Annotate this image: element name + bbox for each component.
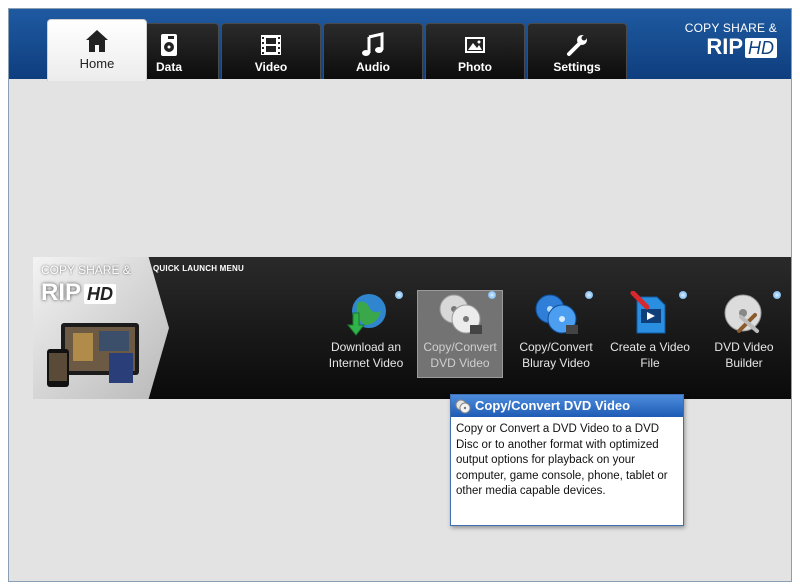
video-file-icon <box>630 291 666 334</box>
tab-video[interactable]: Video <box>221 23 321 79</box>
logo-badge: HD <box>745 38 777 58</box>
launch-label-line2: Bluray Video <box>522 356 590 370</box>
banner-badge: HD <box>84 284 117 304</box>
wrench-icon <box>567 35 587 56</box>
quick-launch-title: QUICK LAUNCH MENU <box>153 264 244 273</box>
quick-launch-banner: COPY SHARE & RIP HD <box>33 257 169 399</box>
info-dot-icon <box>395 291 403 299</box>
app-logo: COPY SHARE & RIP HD <box>685 21 777 59</box>
tab-label: Video <box>254 60 288 74</box>
dvd-discs-icon <box>439 294 482 334</box>
tab-label: Photo <box>458 60 492 74</box>
launch-create-video-file[interactable]: Create a Video File <box>607 291 693 379</box>
tab-label: Audio <box>356 60 390 74</box>
data-disc-icon <box>161 34 177 56</box>
globe-download-icon <box>346 294 386 336</box>
film-icon <box>261 35 281 55</box>
banner-rip-text: RIP <box>41 279 82 306</box>
tab-bar: Home Data Video Audio Photo Settings COP… <box>9 9 791 81</box>
tab-home[interactable]: Home <box>47 19 147 81</box>
launch-label-line1: Download an <box>330 340 402 354</box>
launch-label-line1: Copy/Convert <box>519 340 593 354</box>
home-icon <box>86 30 108 52</box>
dvd-builder-icon <box>724 294 762 333</box>
logo-line2: RIP <box>706 34 743 59</box>
logo-line1: COPY SHARE & <box>684 21 777 35</box>
launch-label-line2: Builder <box>725 356 763 370</box>
tooltip-header: Copy/Convert DVD Video <box>451 395 683 417</box>
info-dot-icon <box>773 291 781 299</box>
info-dot-icon <box>679 291 687 299</box>
banner-line1: COPY SHARE & <box>41 263 131 277</box>
photo-icon <box>465 37 485 53</box>
tooltip: Copy/Convert DVD Video Copy or Convert a… <box>450 394 684 526</box>
tooltip-body: Copy or Convert a DVD Video to a DVD Dis… <box>456 423 668 497</box>
launch-dvd-video-builder[interactable]: DVD Video Builder <box>701 291 787 379</box>
launch-copy-convert-bluray-video[interactable]: Copy/Convert Bluray Video <box>513 291 599 379</box>
tab-audio[interactable]: Audio <box>323 23 423 79</box>
dvd-discs-icon <box>455 399 471 414</box>
banner-line2: RIP HD <box>41 279 117 307</box>
music-note-icon <box>362 32 384 56</box>
tab-photo[interactable]: Photo <box>425 23 525 79</box>
quick-launch-menu: COPY SHARE & RIP HD QUICK LAUNCH MENU Do… <box>33 257 791 399</box>
launch-copy-convert-dvd-video[interactable]: Copy/Convert DVD Video <box>417 290 503 378</box>
launch-label-line2: Internet Video <box>328 356 404 370</box>
tab-label: Home <box>79 56 115 71</box>
info-dot-icon <box>585 291 593 299</box>
tooltip-title: Copy/Convert DVD Video <box>475 398 631 413</box>
launch-label-line1: Copy/Convert <box>423 340 497 354</box>
launch-download-internet-video[interactable]: Download an Internet Video <box>323 291 409 379</box>
info-dot-icon <box>488 291 496 299</box>
bluray-discs-icon <box>535 294 578 334</box>
launch-label-line1: DVD Video <box>714 340 774 354</box>
launch-label-line2: DVD Video <box>430 356 490 370</box>
tab-settings[interactable]: Settings <box>527 23 627 79</box>
launch-label-line1: Create a Video <box>610 340 690 354</box>
tab-label: Settings <box>553 60 601 74</box>
devices-illustration-icon <box>47 323 139 387</box>
launch-label-line2: File <box>640 356 660 370</box>
